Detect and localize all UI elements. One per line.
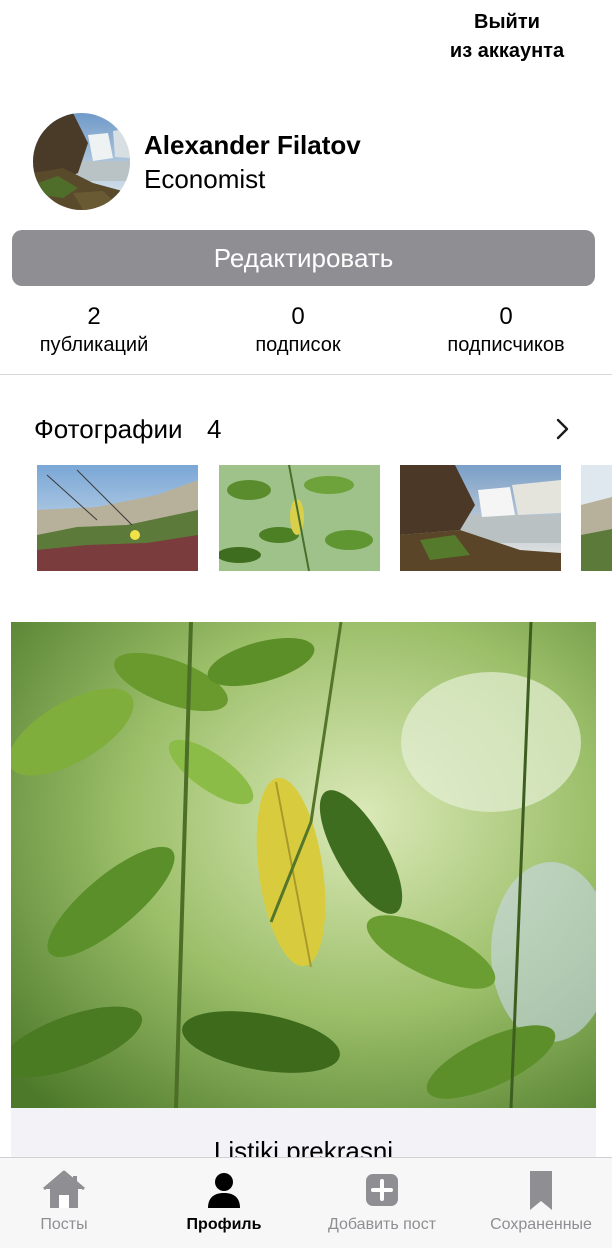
- profile-role: Economist: [144, 164, 266, 194]
- edit-profile-button[interactable]: Редактировать: [12, 230, 595, 286]
- tab-label: Сохраненные: [490, 1216, 592, 1233]
- tab-saved[interactable]: Сохраненные: [476, 1158, 606, 1248]
- tab-label: Посты: [40, 1216, 88, 1233]
- plus-square-icon: [360, 1168, 404, 1212]
- stat-label: подписчиков: [447, 334, 565, 356]
- stat-following[interactable]: 0 подписок: [228, 302, 368, 358]
- person-icon: [202, 1168, 246, 1212]
- photo-thumbnail[interactable]: [400, 465, 561, 571]
- tab-bar: Посты Профиль Добавить пост Сохраненные: [0, 1157, 612, 1248]
- stat-label: подписок: [255, 334, 341, 356]
- tab-add-post[interactable]: Добавить пост: [312, 1158, 452, 1248]
- photos-count: 4: [207, 414, 222, 444]
- logout-label-line1: Выйти: [474, 11, 540, 33]
- tab-label: Профиль: [186, 1216, 262, 1233]
- stat-label: публикаций: [39, 334, 149, 356]
- avatar: [33, 113, 130, 210]
- tab-posts[interactable]: Посты: [4, 1158, 124, 1248]
- house-icon: [42, 1168, 86, 1212]
- photo-thumbnail[interactable]: [219, 465, 380, 571]
- photo-thumbnail[interactable]: [37, 465, 198, 571]
- bookmark-icon: [519, 1168, 563, 1212]
- divider: [0, 374, 612, 375]
- tab-label: Добавить пост: [327, 1216, 437, 1233]
- tab-profile[interactable]: Профиль: [164, 1158, 284, 1248]
- logout-label-line2: из аккаунта: [449, 40, 565, 62]
- edit-profile-label: Редактировать: [213, 242, 394, 273]
- chevron-right-icon[interactable]: [553, 418, 573, 440]
- stat-value: 0: [499, 303, 513, 330]
- logout-button[interactable]: Выйти из аккаунта: [442, 8, 572, 66]
- profile-name: Alexander Filatov: [144, 130, 361, 160]
- photo-thumbnail[interactable]: [581, 465, 612, 571]
- stat-publications[interactable]: 2 публикаций: [24, 302, 164, 358]
- post-image[interactable]: [11, 622, 596, 1108]
- stat-followers[interactable]: 0 подписчиков: [430, 302, 582, 358]
- stat-value: 2: [87, 303, 101, 330]
- stat-value: 0: [291, 303, 305, 330]
- photos-title[interactable]: Фотографии: [34, 414, 183, 445]
